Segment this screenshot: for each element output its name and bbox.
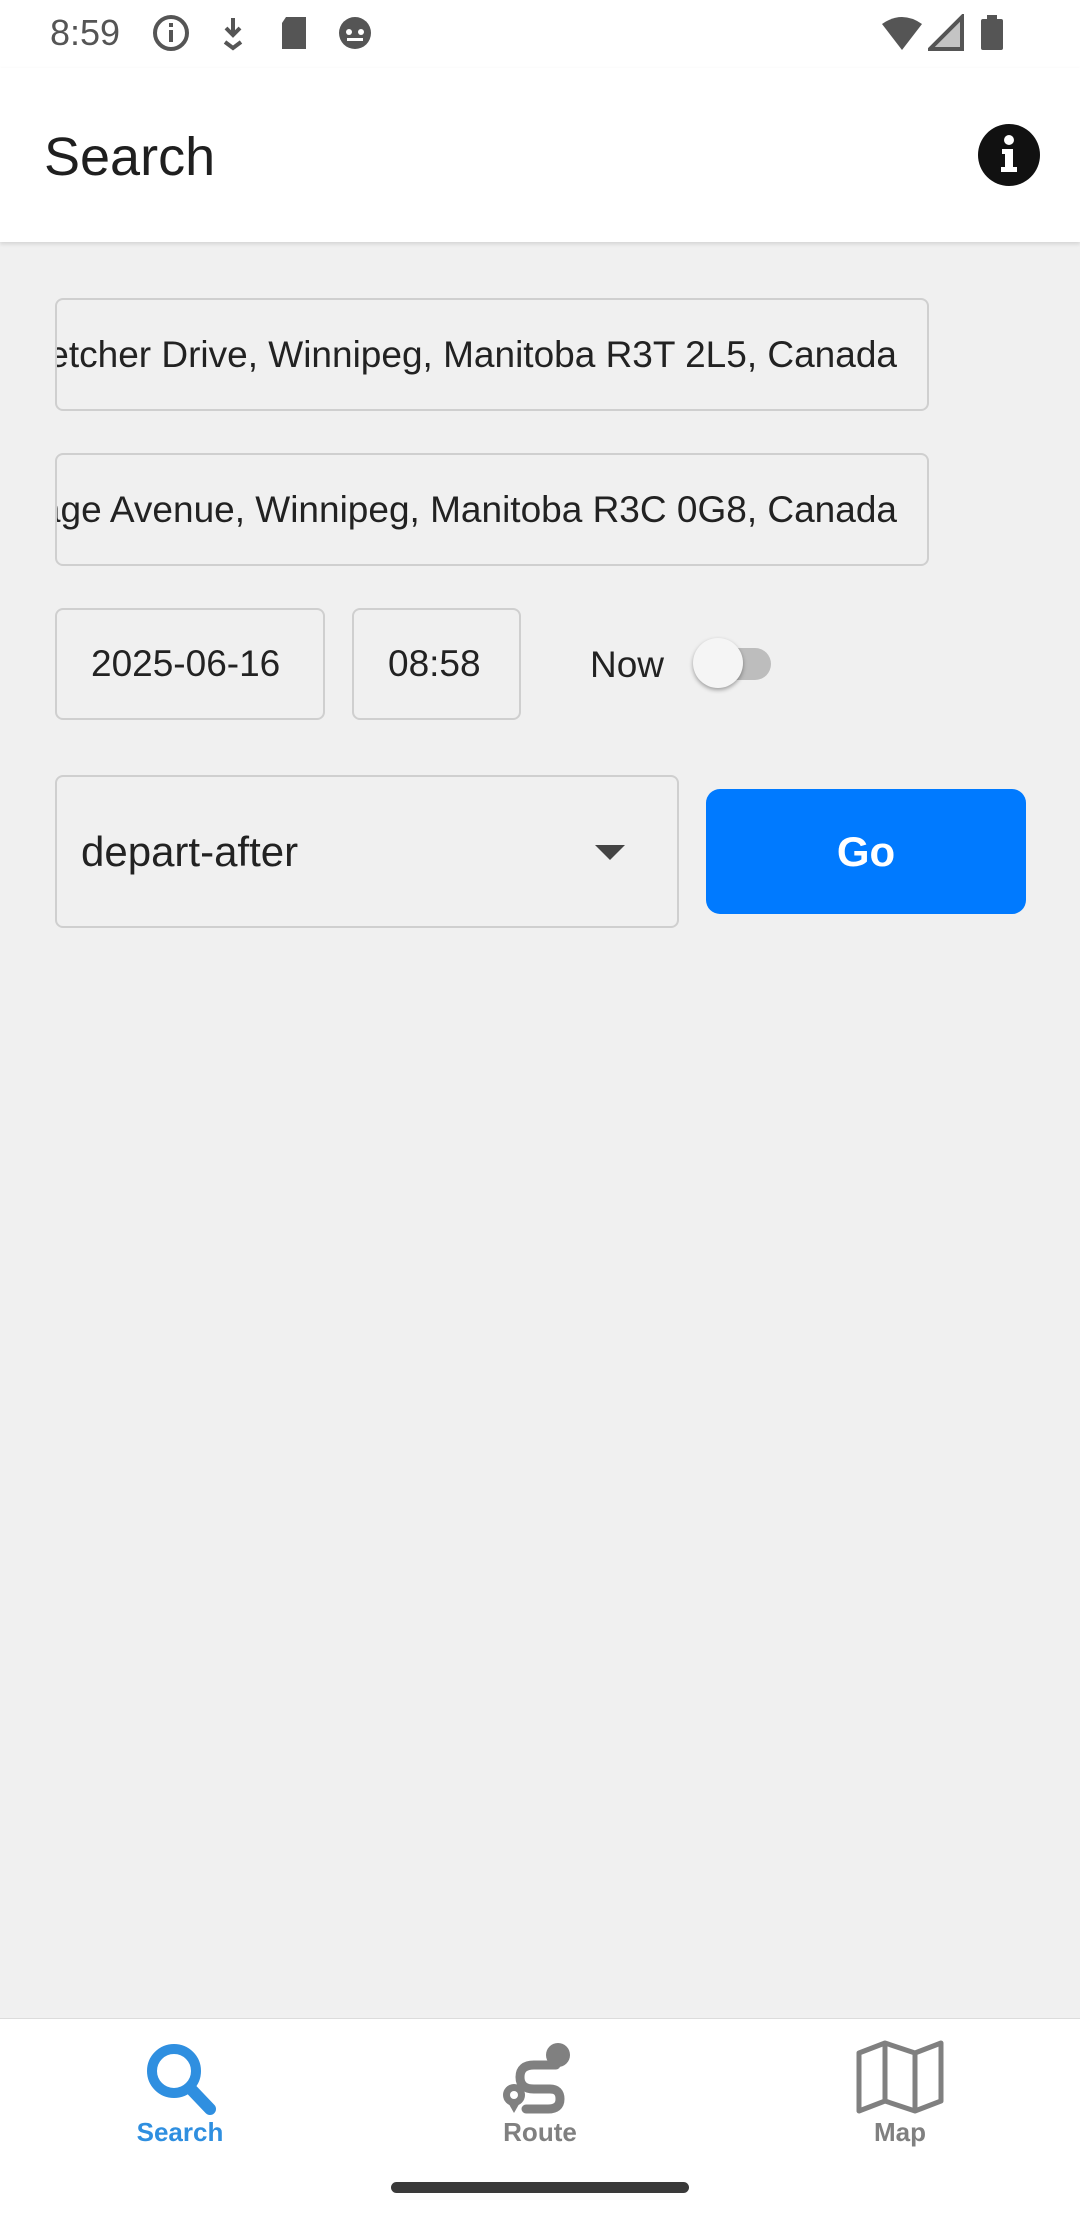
date-input[interactable]: 2025-06-16 xyxy=(55,608,325,720)
tab-map[interactable]: Map xyxy=(800,2039,1000,2169)
tab-search-label: Search xyxy=(136,2117,224,2147)
info-button[interactable] xyxy=(978,124,1040,186)
time-input[interactable]: 08:58 xyxy=(352,608,521,720)
status-bar: 8:59 xyxy=(0,0,1080,68)
sd-card-icon xyxy=(278,14,310,57)
route-icon xyxy=(503,2043,570,2114)
tab-map-label: Map xyxy=(874,2117,926,2147)
tab-route-label: Route xyxy=(503,2117,577,2147)
page-title: Search xyxy=(44,127,216,187)
go-button[interactable]: Go xyxy=(706,789,1026,914)
toggle-thumb xyxy=(693,638,743,688)
info-circle-icon xyxy=(152,14,190,57)
date-value: 2025-06-16 xyxy=(91,643,281,684)
wifi-icon xyxy=(880,14,924,57)
tab-search[interactable]: Search xyxy=(80,2039,280,2169)
download-icon xyxy=(216,14,250,57)
status-time: 8:59 xyxy=(50,12,121,53)
origin-value: Pembina Highway at Fletcher Drive, Winni… xyxy=(57,333,897,375)
destination-input[interactable]: Main Street at Portage Avenue, Winnipeg,… xyxy=(55,453,929,566)
map-icon xyxy=(856,2040,944,2114)
home-indicator[interactable] xyxy=(391,2182,689,2193)
tab-route[interactable]: Route xyxy=(440,2039,640,2169)
info-icon xyxy=(1001,135,1017,172)
dropdown-arrow-icon xyxy=(595,845,625,860)
app-header: Search xyxy=(0,68,1080,242)
time-value: 08:58 xyxy=(388,643,481,684)
now-toggle[interactable] xyxy=(693,638,779,688)
face-icon xyxy=(336,14,374,57)
origin-input[interactable]: Pembina Highway at Fletcher Drive, Winni… xyxy=(55,298,929,411)
destination-value: Main Street at Portage Avenue, Winnipeg,… xyxy=(57,488,897,530)
search-icon xyxy=(147,2044,216,2115)
time-mode-value: depart-after xyxy=(81,827,299,875)
now-label: Now xyxy=(590,644,665,685)
battery-icon xyxy=(980,14,1004,57)
time-mode-select[interactable]: depart-after xyxy=(55,775,679,928)
signal-icon xyxy=(925,12,964,57)
